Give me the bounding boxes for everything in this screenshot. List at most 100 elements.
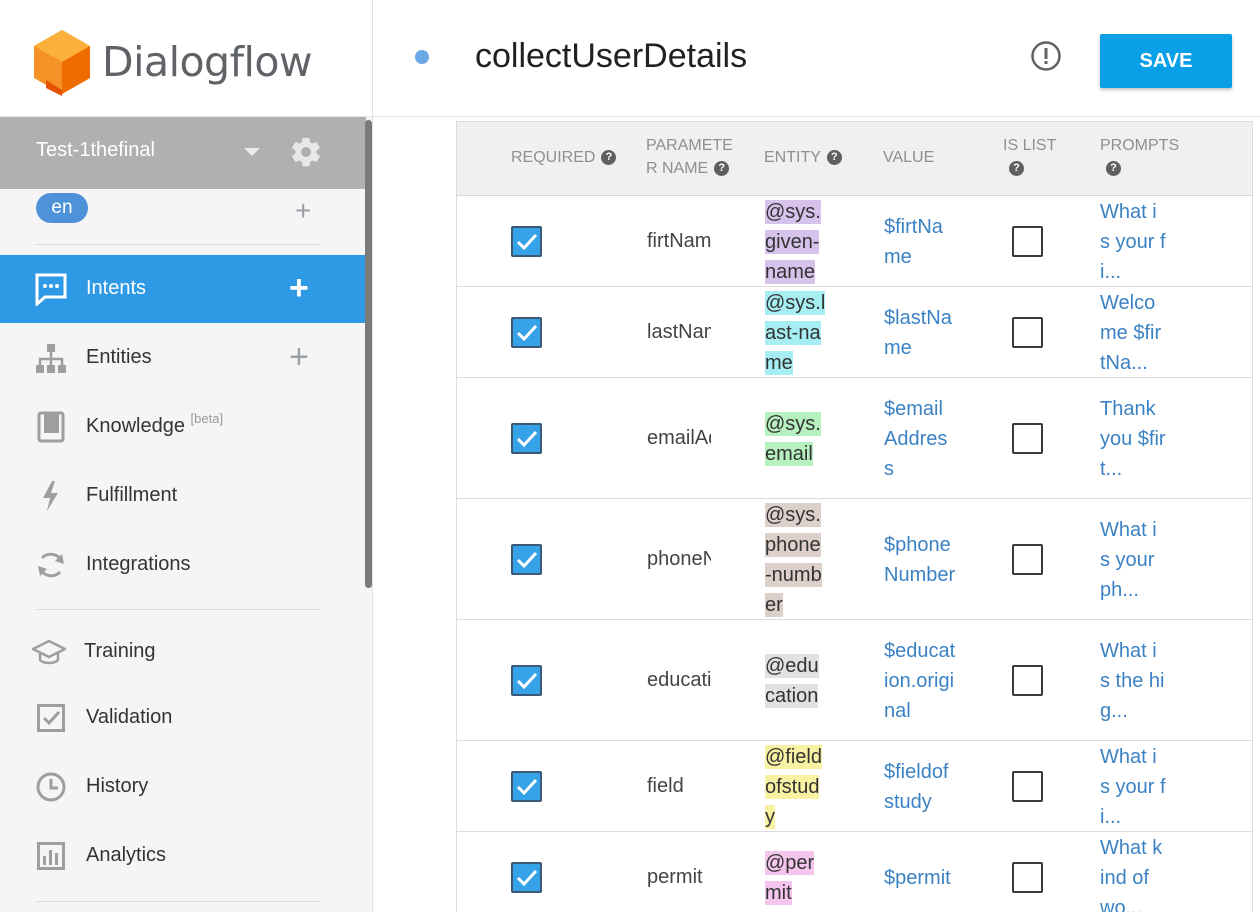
add-entity-icon[interactable]: + <box>289 340 309 374</box>
prompt-link[interactable]: What is your ph... <box>1100 515 1166 605</box>
required-checkbox[interactable] <box>511 861 542 893</box>
sidebar-item-intents[interactable]: Intents + <box>0 255 366 323</box>
entity-cell[interactable]: @sys.last-name <box>765 288 827 378</box>
table-row[interactable]: emailAddress @sys.email $emailAddress Thank… <box>457 378 1252 499</box>
parameters-table: REQUIRED? PARAMETE R NAME? ENTITY? VALUE… <box>456 121 1253 912</box>
entity-tag: @sys.email <box>765 411 821 466</box>
parameter-value[interactable]: $fieldofstudy <box>884 757 956 817</box>
table-row[interactable]: lastName @sys.last-name $lastName Welcome $… <box>457 287 1252 378</box>
save-button[interactable]: SAVE <box>1100 34 1232 88</box>
parameter-value[interactable]: $phoneNumber <box>884 530 956 590</box>
entity-cell[interactable]: @sys.email <box>765 409 827 469</box>
sidebar-item-knowledge[interactable]: Knowledge [beta] <box>0 393 366 461</box>
sidebar-item-history[interactable]: History <box>0 753 366 821</box>
is-list-checkbox[interactable] <box>1012 225 1043 257</box>
sidebar-item-integrations[interactable]: Integrations <box>0 531 366 599</box>
divider <box>36 244 320 245</box>
prompt-link[interactable]: Welcome $firtNa... <box>1100 288 1166 378</box>
clock-icon <box>36 772 66 802</box>
parameter-value[interactable]: $permit <box>884 863 956 893</box>
language-pill-en[interactable]: en <box>36 193 88 223</box>
prompt-link[interactable]: What is the hig... <box>1100 636 1166 726</box>
parameter-name[interactable]: firtNam <box>647 230 711 253</box>
required-checkbox[interactable] <box>511 316 542 348</box>
add-language-icon[interactable]: + <box>295 197 311 225</box>
sidebar-item-validation[interactable]: Validation <box>0 684 366 752</box>
required-checkbox[interactable] <box>511 422 542 454</box>
beta-badge: [beta] <box>190 411 224 426</box>
is-list-checkbox[interactable] <box>1012 422 1043 454</box>
help-icon[interactable]: ? <box>1009 161 1024 177</box>
is-list-checkbox[interactable] <box>1012 664 1043 696</box>
required-checkbox[interactable] <box>511 664 542 696</box>
required-checkbox[interactable] <box>511 225 542 257</box>
required-checkbox[interactable] <box>511 770 542 802</box>
add-intent-icon[interactable]: + <box>289 271 309 305</box>
help-icon[interactable]: ? <box>826 150 842 166</box>
table-row[interactable]: permit @permit $permit What kind of wo... <box>457 832 1252 912</box>
is-list-checkbox[interactable] <box>1012 316 1043 348</box>
sidebar-item-fulfillment[interactable]: Fulfillment <box>0 462 366 530</box>
sidebar-item-label: Training <box>84 640 156 662</box>
help-icon[interactable]: ? <box>714 161 730 177</box>
sidebar-item-entities[interactable]: Entities + <box>0 324 366 392</box>
is-list-checkbox[interactable] <box>1012 770 1043 802</box>
sidebar: Dialogflow Test-1thefinal en + Intents + <box>0 0 373 912</box>
sync-icon <box>38 552 64 578</box>
entity-cell[interactable]: @fieldofstudy <box>765 742 827 832</box>
column-header-parameter-name: PARAMETE R NAME? <box>646 137 733 177</box>
logo-area: Dialogflow <box>0 0 372 117</box>
table-row[interactable]: education @education $education.original Wh… <box>457 620 1252 741</box>
sidebar-scrollbar[interactable] <box>365 120 372 588</box>
parameter-name[interactable]: emailAddress <box>647 427 711 450</box>
parameter-name[interactable]: education <box>647 669 711 692</box>
table-header: REQUIRED? PARAMETE R NAME? ENTITY? VALUE… <box>457 121 1252 196</box>
help-icon[interactable]: ? <box>601 150 617 166</box>
sidebar-item-analytics[interactable]: Analytics <box>0 822 366 890</box>
entity-cell[interactable]: @permit <box>765 848 827 908</box>
graduation-cap-icon <box>32 639 66 665</box>
entity-cell[interactable]: @education <box>765 651 827 711</box>
prompt-link[interactable]: What is your fi... <box>1100 197 1166 287</box>
check-box-icon <box>37 704 65 732</box>
is-list-checkbox[interactable] <box>1012 543 1043 575</box>
sidebar-item-training[interactable]: Training <box>0 618 366 686</box>
entity-cell[interactable]: @sys.phone-number <box>765 500 827 620</box>
alert-circle-icon[interactable] <box>1030 40 1062 72</box>
parameter-value[interactable]: $education.original <box>884 636 956 726</box>
prompt-link[interactable]: Thank you $firt... <box>1100 394 1166 484</box>
parameter-value[interactable]: $emailAddress <box>884 394 956 484</box>
entity-tag: @sys.phone-number <box>765 502 822 617</box>
is-list-checkbox[interactable] <box>1012 861 1043 893</box>
checkmark-icon <box>516 324 538 341</box>
caret-down-icon[interactable] <box>244 148 260 156</box>
intent-priority-dot[interactable] <box>415 50 429 64</box>
required-checkbox[interactable] <box>511 543 542 575</box>
parameter-value[interactable]: $lastName <box>884 303 956 363</box>
parameter-name[interactable]: lastName <box>647 321 711 344</box>
divider <box>36 609 320 610</box>
dialogflow-console: Dialogflow Test-1thefinal en + Intents + <box>0 0 1260 912</box>
help-icon[interactable]: ? <box>1106 161 1121 177</box>
checkmark-icon <box>516 430 538 447</box>
hierarchy-icon <box>36 344 66 373</box>
sidebar-item-label: Analytics <box>86 844 167 866</box>
parameter-name[interactable]: field <box>647 775 711 798</box>
table-row[interactable]: phoneNumber @sys.phone-number $phoneNumber… <box>457 499 1252 620</box>
intent-name[interactable]: collectUserDetails <box>475 37 747 76</box>
lightning-icon <box>43 481 58 511</box>
entity-cell[interactable]: @sys.given-name <box>765 197 827 287</box>
entity-tag: @education <box>765 653 819 708</box>
sidebar-item-label: Entities <box>86 346 152 368</box>
parameter-name[interactable]: phoneNumber <box>647 548 711 571</box>
table-row[interactable]: field @fieldofstudy $fieldofstudy What is y… <box>457 741 1252 832</box>
prompt-link[interactable]: What is your fi... <box>1100 742 1166 832</box>
parameter-name[interactable]: permit <box>647 866 711 889</box>
column-header-prompts: PROMPTS? <box>1100 137 1180 177</box>
sidebar-item-label: Knowledge [beta] <box>86 411 224 437</box>
prompt-link[interactable]: What kind of wo... <box>1100 833 1166 912</box>
gear-icon[interactable] <box>289 135 323 169</box>
parameter-value[interactable]: $firtName <box>884 212 956 272</box>
table-row[interactable]: firtNam @sys.given-name $firtName What is y… <box>457 196 1252 287</box>
app-name: Dialogflow <box>102 38 313 86</box>
